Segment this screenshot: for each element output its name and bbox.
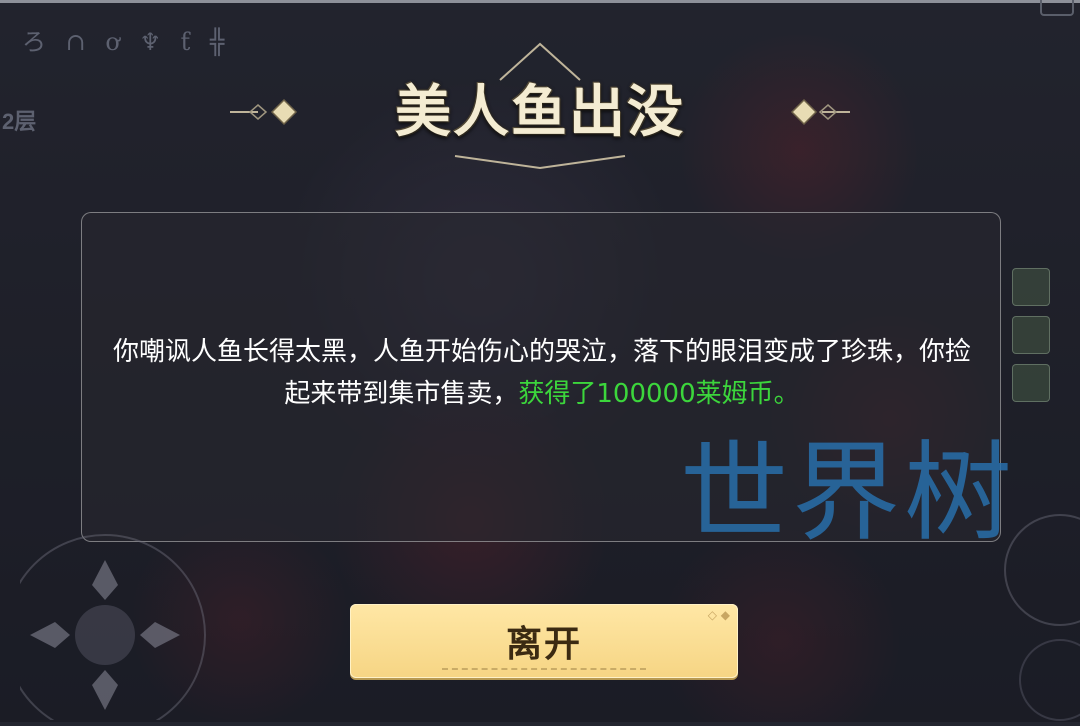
skill-icon[interactable] [1012,316,1050,354]
skill-icon[interactable] [1012,364,1050,402]
watermark-text: 世界树 [680,431,1017,556]
menu-icon[interactable] [1040,0,1074,16]
event-title-banner: 美人鱼出没 [230,38,850,178]
floor-indicator: 2层 [2,109,37,134]
action-circle-icon[interactable] [990,500,1080,726]
event-message: 你嘲讽人鱼长得太黑，人鱼开始伤心的哭泣，落下的眼泪变成了珍珠，你捡起来带到集市售… [112,331,972,415]
button-dash-decoration [442,668,646,670]
top-status-line [0,0,1080,3]
leave-button-label: 离开 [505,624,582,665]
dpad-icon[interactable] [4,490,220,726]
button-corner-ornament-icon: ◇ ◆ [707,608,730,622]
side-skill-bar [1012,268,1050,412]
reward-text: 获得了100000莱姆币。 [518,379,800,409]
leave-button[interactable]: 离开 ◇ ◆ [350,604,738,678]
rune-bar: ろ ∩ ơ ♆ ƭ ╬ [22,28,231,56]
event-title: 美人鱼出没 [395,79,685,145]
skill-icon[interactable] [1012,268,1050,306]
